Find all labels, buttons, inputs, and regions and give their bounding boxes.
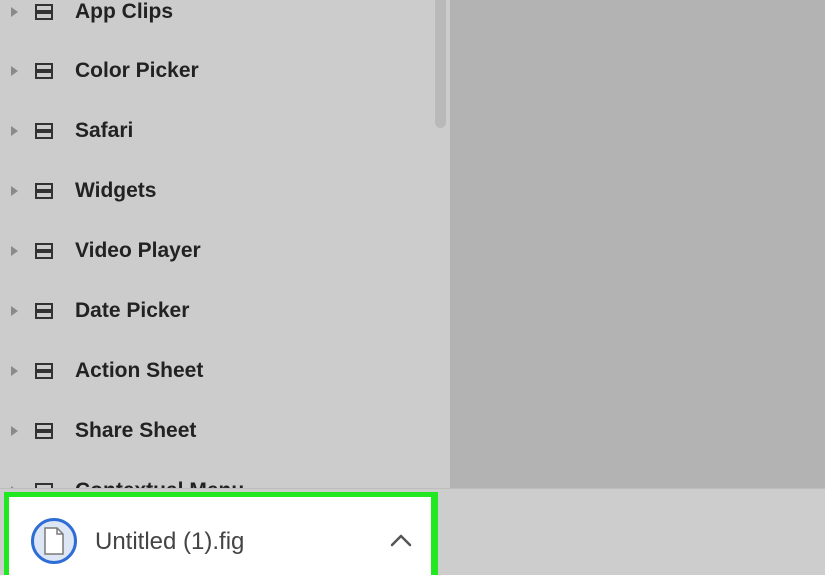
file-icon bbox=[31, 518, 77, 564]
layer-item-label: Widgets bbox=[75, 179, 157, 202]
frame-icon bbox=[35, 363, 53, 379]
layers-panel: App Clips Color Picker Safari Widgets Vi… bbox=[0, 0, 450, 488]
layer-item-app-clips[interactable]: App Clips bbox=[0, 0, 432, 42]
layer-item-label: Contextual Menu bbox=[75, 479, 244, 488]
layer-item-label: Safari bbox=[75, 119, 134, 142]
layer-item-label: Share Sheet bbox=[75, 419, 197, 442]
caret-right-icon[interactable] bbox=[11, 126, 18, 136]
layer-item-date-picker[interactable]: Date Picker bbox=[0, 281, 432, 341]
layer-item-color-picker[interactable]: Color Picker bbox=[0, 41, 432, 101]
caret-right-icon[interactable] bbox=[11, 186, 18, 196]
download-file-name[interactable]: Untitled (1).fig bbox=[95, 528, 244, 556]
caret-right-icon[interactable] bbox=[11, 246, 18, 256]
layer-item-share-sheet[interactable]: Share Sheet bbox=[0, 401, 432, 461]
layer-item-label: Video Player bbox=[75, 239, 201, 262]
frame-icon bbox=[35, 423, 53, 439]
layer-item-safari[interactable]: Safari bbox=[0, 101, 432, 161]
caret-right-icon[interactable] bbox=[11, 7, 18, 17]
layer-item-label: Date Picker bbox=[75, 299, 190, 322]
layer-item-label: App Clips bbox=[75, 0, 173, 23]
download-item[interactable]: Untitled (1).fig bbox=[4, 492, 438, 575]
layer-item-label: Color Picker bbox=[75, 59, 199, 82]
caret-right-icon[interactable] bbox=[11, 426, 18, 436]
caret-right-icon[interactable] bbox=[11, 306, 18, 316]
canvas-area[interactable] bbox=[450, 0, 825, 488]
caret-right-icon[interactable] bbox=[11, 66, 18, 76]
layer-item-contextual-menu[interactable]: Contextual Menu bbox=[0, 461, 432, 488]
layers-scrollbar[interactable] bbox=[435, 0, 446, 128]
caret-right-icon[interactable] bbox=[11, 366, 18, 376]
frame-icon bbox=[35, 123, 53, 139]
chevron-up-icon[interactable] bbox=[386, 525, 416, 555]
layer-item-video-player[interactable]: Video Player bbox=[0, 221, 432, 281]
layer-item-action-sheet[interactable]: Action Sheet bbox=[0, 341, 432, 401]
frame-icon bbox=[35, 303, 53, 319]
layer-item-widgets[interactable]: Widgets bbox=[0, 161, 432, 221]
frame-icon bbox=[35, 183, 53, 199]
frame-icon bbox=[35, 4, 53, 20]
layer-item-label: Action Sheet bbox=[75, 359, 204, 382]
frame-icon bbox=[35, 243, 53, 259]
frame-icon bbox=[35, 63, 53, 79]
